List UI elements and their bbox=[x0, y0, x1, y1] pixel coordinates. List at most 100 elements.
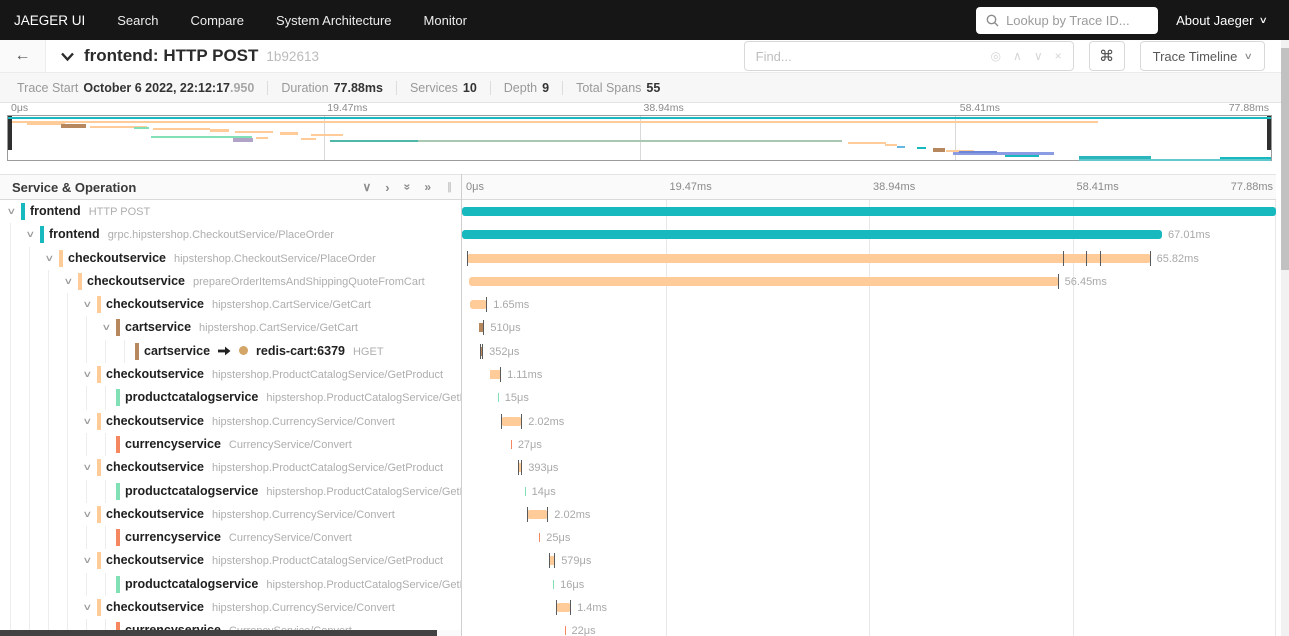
horizontal-scrollbar[interactable] bbox=[0, 630, 461, 636]
nav-item-compare[interactable]: Compare bbox=[174, 13, 259, 28]
minimap-tick-label: 58.41ms bbox=[959, 102, 1001, 114]
indent-guide bbox=[48, 502, 49, 527]
column-resizer-grip[interactable]: ∥ bbox=[445, 182, 452, 193]
span-bar-row[interactable]: 65.82ms bbox=[462, 247, 1276, 270]
about-jaeger-menu[interactable]: About Jaeger ∨ bbox=[1176, 13, 1268, 28]
span-tree-row[interactable]: productcatalogservice hipstershop.Product… bbox=[0, 572, 461, 597]
expand-chevron-icon[interactable]: ∨ bbox=[82, 555, 92, 566]
collapse-trace-chevron-icon[interactable] bbox=[60, 51, 75, 62]
span-tree-row[interactable]: ∨ checkoutservice hipstershop.CheckoutServ… bbox=[0, 246, 461, 270]
indent-guide bbox=[29, 456, 30, 480]
span-duration-bar[interactable] bbox=[527, 509, 549, 519]
span-duration-bar[interactable] bbox=[497, 393, 499, 403]
span-tree-rows: ∨ frontend HTTP POST ∨ frontend grpc.hipsters… bbox=[0, 200, 461, 636]
span-bar-row[interactable]: 352μs bbox=[462, 340, 1276, 363]
nav-item-search[interactable]: Search bbox=[101, 13, 174, 28]
expand-chevron-icon[interactable]: ∨ bbox=[25, 229, 35, 240]
find-input[interactable]: Find... ◎ ∧ ∨ × bbox=[743, 41, 1074, 71]
clear-find-icon[interactable]: × bbox=[1055, 49, 1062, 63]
expand-all-icon[interactable]: » bbox=[424, 180, 431, 194]
span-tree-row[interactable]: productcatalogservice hipstershop.Product… bbox=[0, 386, 461, 410]
span-tree-row[interactable]: currencyservice CurrencyService/Convert bbox=[0, 526, 461, 550]
span-duration-bar[interactable] bbox=[466, 253, 1151, 263]
trace-view-select[interactable]: Trace Timeline ∨ bbox=[1139, 41, 1265, 71]
span-bar-row[interactable]: 1.11ms bbox=[462, 363, 1276, 386]
span-tree-row[interactable]: ∨ checkoutservice hipstershop.CartService/… bbox=[0, 293, 461, 317]
span-bar-row[interactable]: 2.02ms bbox=[462, 410, 1276, 433]
span-tree-row[interactable]: ∨ checkoutservice hipstershop.CurrencyServ… bbox=[0, 596, 461, 620]
span-tree-row[interactable]: ∨ cartservice hipstershop.CartService/GetC… bbox=[0, 316, 461, 340]
span-duration-bar[interactable] bbox=[564, 626, 566, 636]
app-brand[interactable]: JAEGER UI bbox=[0, 13, 101, 28]
span-bar-row[interactable]: 27μs bbox=[462, 433, 1276, 456]
collapse-all-icon[interactable]: » bbox=[400, 184, 414, 191]
expand-chevron-icon[interactable]: ∨ bbox=[6, 206, 16, 217]
horizontal-scrollbar-thumb[interactable] bbox=[0, 630, 437, 636]
keyboard-shortcuts-button[interactable]: ⌘ bbox=[1088, 41, 1125, 71]
span-tree-row[interactable]: ∨ frontend HTTP POST bbox=[0, 200, 461, 223]
vertical-scrollbar-thumb[interactable] bbox=[1281, 48, 1289, 270]
expand-chevron-icon[interactable]: ∨ bbox=[82, 299, 92, 310]
nav-item-system-architecture[interactable]: System Architecture bbox=[260, 13, 408, 28]
span-bar-row[interactable]: 2.02ms bbox=[462, 503, 1276, 526]
span-tree-row[interactable]: ∨ checkoutservice hipstershop.ProductCatal… bbox=[0, 456, 461, 480]
span-tree-row[interactable]: ∨ checkoutservice hipstershop.ProductCatal… bbox=[0, 549, 461, 573]
stat-duration: Duration 77.88ms bbox=[267, 80, 396, 95]
span-bar-row[interactable]: 16μs bbox=[462, 573, 1276, 596]
service-color-bar bbox=[116, 529, 120, 547]
span-tree-row[interactable]: ∨ frontend grpc.hipstershop.CheckoutServic… bbox=[0, 223, 461, 247]
span-bar-row[interactable]: 579μs bbox=[462, 549, 1276, 572]
span-tree-row[interactable]: cartservice redis-cart:6379 HGET bbox=[0, 339, 461, 364]
span-tree-row[interactable]: ∨ checkoutservice hipstershop.CurrencyServ… bbox=[0, 409, 461, 433]
trace-id-lookup-input[interactable]: Lookup by Trace ID... bbox=[976, 6, 1159, 34]
span-bar-row[interactable]: 67.01ms bbox=[462, 223, 1276, 246]
span-duration-bar[interactable] bbox=[539, 533, 541, 543]
span-duration-bar[interactable] bbox=[501, 416, 523, 426]
span-bar-row[interactable]: 14μs bbox=[462, 480, 1276, 503]
span-duration-bar[interactable] bbox=[462, 207, 1276, 216]
expand-one-icon[interactable]: › bbox=[385, 180, 389, 195]
focus-match-icon[interactable]: ◎ bbox=[991, 49, 1001, 63]
service-name: productcatalogservice bbox=[125, 576, 259, 591]
span-bar-row[interactable]: 1.65ms bbox=[462, 293, 1276, 316]
span-tree-row[interactable]: ∨ checkoutservice hipstershop.CurrencyServ… bbox=[0, 502, 461, 527]
expand-chevron-icon[interactable]: ∨ bbox=[82, 462, 92, 473]
span-duration-bar[interactable] bbox=[468, 276, 1059, 286]
expand-chevron-icon[interactable]: ∨ bbox=[101, 322, 111, 333]
span-duration-bar[interactable] bbox=[556, 603, 572, 613]
span-duration-bar[interactable] bbox=[553, 579, 555, 589]
indent-guide bbox=[48, 316, 49, 340]
minimap-right-drag-handle[interactable] bbox=[1267, 116, 1271, 150]
back-button[interactable]: ← bbox=[0, 40, 46, 72]
expand-chevron-icon[interactable]: ∨ bbox=[82, 602, 92, 613]
expand-chevron-icon[interactable]: ∨ bbox=[82, 509, 92, 520]
collapse-one-icon[interactable]: ∨ bbox=[362, 180, 371, 194]
expand-chevron-icon[interactable]: ∨ bbox=[82, 416, 92, 427]
next-match-icon[interactable]: ∨ bbox=[1034, 49, 1043, 63]
span-duration-bar[interactable] bbox=[510, 439, 512, 449]
span-bar-row[interactable]: 56.45ms bbox=[462, 270, 1276, 293]
span-duration-bar[interactable] bbox=[470, 300, 488, 310]
expand-chevron-icon[interactable]: ∨ bbox=[63, 276, 73, 287]
span-duration-bar[interactable] bbox=[462, 230, 1163, 240]
span-bar-row[interactable]: 510μs bbox=[462, 316, 1276, 339]
prev-match-icon[interactable]: ∧ bbox=[1013, 49, 1022, 63]
vertical-scrollbar[interactable] bbox=[1281, 40, 1289, 636]
span-bar-row[interactable]: 25μs bbox=[462, 526, 1276, 549]
expand-chevron-icon[interactable]: ∨ bbox=[82, 369, 92, 380]
operation-name: CurrencyService/Convert bbox=[228, 438, 352, 451]
span-bar-row[interactable]: 15μs bbox=[462, 386, 1276, 409]
span-bar-row[interactable]: 1.4ms bbox=[462, 596, 1276, 619]
span-tree-row[interactable]: currencyservice CurrencyService/Convert bbox=[0, 432, 461, 457]
trace-minimap[interactable] bbox=[7, 115, 1272, 161]
expand-chevron-icon[interactable]: ∨ bbox=[44, 253, 54, 264]
span-bar-row[interactable]: 22μs bbox=[462, 619, 1276, 636]
span-bar-rows: 67.01ms 65.82ms 56.45ms 1.65ms 510μs 352μs 1.1… bbox=[462, 200, 1276, 636]
span-duration-bar[interactable] bbox=[524, 486, 526, 496]
span-tree-row[interactable]: ∨ checkoutservice prepareOrderItemsAndShip… bbox=[0, 269, 461, 294]
span-bar-row[interactable] bbox=[462, 200, 1276, 223]
span-tree-row[interactable]: productcatalogservice hipstershop.Product… bbox=[0, 479, 461, 503]
span-tree-row[interactable]: ∨ checkoutservice hipstershop.ProductCatal… bbox=[0, 363, 461, 387]
nav-item-monitor[interactable]: Monitor bbox=[408, 13, 483, 28]
span-bar-row[interactable]: 393μs bbox=[462, 456, 1276, 479]
